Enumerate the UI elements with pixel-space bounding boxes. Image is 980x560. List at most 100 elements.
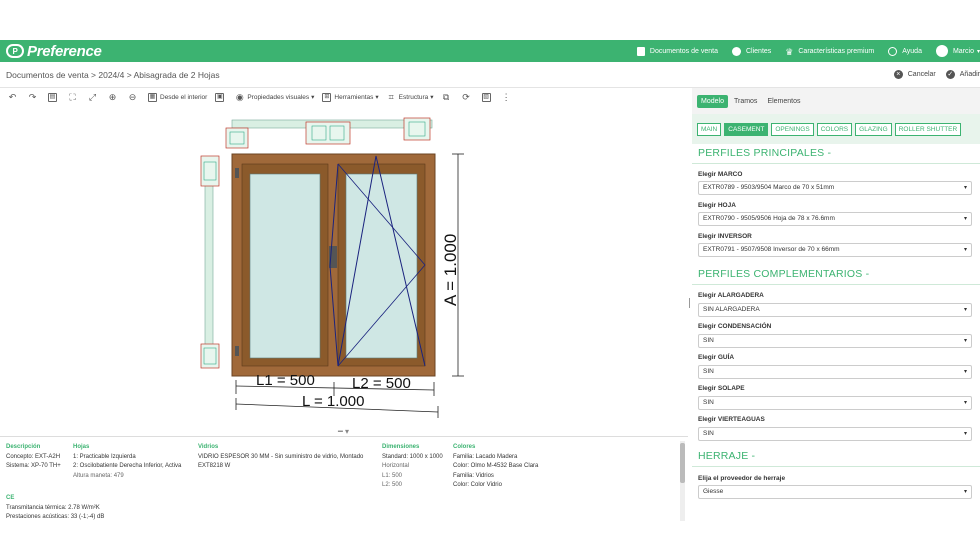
chevron-down-icon: ▾ — [430, 94, 434, 101]
tools-icon: ⊞ — [322, 92, 332, 102]
image-button[interactable]: ▧ — [481, 92, 494, 102]
help-icon — [888, 46, 898, 56]
cancel-button[interactable]: × Cancelar — [893, 70, 936, 79]
marco-select[interactable]: EXTR0789 - 9503/9504 Marco de 70 x 51mm ▾ — [698, 181, 972, 195]
subtab-glazing[interactable]: GLAZING — [855, 122, 892, 136]
section-hardware[interactable]: HERRAJE - — [698, 450, 755, 462]
resize-handle-icon[interactable]: ━ ▾ — [337, 427, 349, 436]
section-main-profiles[interactable]: PERFILES PRINCIPALES - — [698, 147, 831, 159]
guia-select[interactable]: SIN ▾ — [698, 365, 972, 379]
users-icon — [732, 46, 741, 56]
inversor-select[interactable]: EXTR0791 - 9507/9508 Inversor de 70 x 66… — [698, 243, 972, 257]
window-frame[interactable] — [231, 153, 436, 377]
fit-button[interactable]: ⛶ — [68, 91, 80, 102]
subtab-openings[interactable]: OPENINGS — [771, 122, 814, 136]
summary-scrollbar[interactable] — [680, 441, 685, 521]
zoom-in-icon: ⊕ — [108, 91, 117, 102]
sashes-column: Hojas 1: Practicable Izquierda 2: Oscilo… — [73, 443, 181, 481]
subtab-casement[interactable]: CASEMENT — [724, 122, 769, 136]
left-profile-section — [200, 155, 220, 369]
solape-label: Elegir SOLAPE — [698, 385, 745, 392]
glass-column: Vidrios VIDRIO ESPESOR 30 MM - Sin sumin… — [198, 443, 363, 472]
handle-height: Altura maneta: 479 — [73, 472, 124, 479]
nav-documentos[interactable]: Documentos de venta — [636, 46, 718, 56]
more-vertical-icon: ⋮ — [501, 91, 511, 102]
visual-props-button[interactable]: ◉ Propiedades visuales ▾ — [235, 92, 315, 102]
tab-tramos[interactable]: Tramos — [730, 95, 761, 108]
alargadera-select[interactable]: SIN ALARGADERA ▾ — [698, 303, 972, 317]
top-navbar: P Preference Documentos de venta Cliente… — [0, 40, 980, 62]
tab-modelo[interactable]: Modelo — [697, 94, 728, 108]
chevron-down-icon: ▾ — [311, 94, 315, 101]
tools-button[interactable]: ⊞ Herramientas ▾ — [322, 92, 379, 102]
subtab-roller-shutter[interactable]: ROLLER SHUTTER — [894, 122, 962, 136]
section-complementary-profiles[interactable]: PERFILES COMPLEMENTARIOS - — [698, 268, 869, 280]
chevron-down-icon: ▾ — [963, 431, 967, 437]
condensacion-select[interactable]: SIN ▾ — [698, 334, 972, 348]
section-divider — [692, 466, 980, 467]
expand-button[interactable]: ⤢ — [88, 91, 100, 102]
expand-icon: ⤢ — [88, 91, 97, 102]
solape-select[interactable]: SIN ▾ — [698, 396, 972, 410]
sash-2: 2: Oscilobatiente Derecha Inferior, Acti… — [73, 463, 182, 469]
vierteaguas-select[interactable]: SIN ▾ — [698, 427, 972, 441]
herraje-value: Giesse — [703, 488, 724, 495]
section-divider — [692, 163, 980, 164]
config-subtabs: MAIN CASEMENT OPENINGS COLORS GLAZING RO… — [692, 114, 980, 144]
nav-premium[interactable]: ♛ Características premium — [785, 47, 875, 57]
nav-links: Documentos de venta Clientes ♛ Caracterí… — [623, 45, 980, 57]
hoja-value: EXTR0790 - 9505/9506 Hoja de 78 x 76.6mm — [703, 215, 835, 222]
width-label: L = 1.000 — [302, 393, 364, 410]
more-button[interactable]: ⋮ — [501, 91, 514, 102]
undo-button[interactable]: ↶ — [8, 92, 20, 102]
scrollbar-thumb[interactable] — [680, 443, 685, 483]
chevron-down-icon: ▾ — [963, 216, 967, 222]
window-drawing[interactable]: A = 1.000 L1 = 500 L2 = 500 L = 1.000 ━ … — [0, 106, 688, 436]
logo-text: Preference — [27, 42, 102, 60]
hoja-select[interactable]: EXTR0790 - 9505/9506 Hoja de 78 x 76.6mm… — [698, 212, 972, 226]
layers-button[interactable]: ⧉ — [442, 92, 454, 102]
herraje-select[interactable]: Giesse ▾ — [698, 485, 972, 499]
tab-elementos[interactable]: Elementos — [763, 95, 804, 108]
breadcrumb[interactable]: Documentos de venta > 2024/4 > Abisagrad… — [6, 70, 220, 80]
ce-column: CE Transmitancia térmica: 2.78 W/m²K Pre… — [6, 494, 104, 523]
inversor-value: EXTR0791 - 9507/9508 Inversor de 70 x 66… — [703, 246, 840, 253]
nav-ayuda[interactable]: Ayuda — [888, 46, 922, 56]
nav-clientes[interactable]: Clientes — [732, 46, 772, 56]
add-button[interactable]: ✓ Añadir — [945, 70, 980, 79]
from-inside-button[interactable]: ▦ Desde el interior — [148, 92, 207, 102]
subtab-colors[interactable]: COLORS — [816, 122, 853, 136]
ce-heading: CE — [6, 495, 15, 501]
dim-orientation: Horizontal — [382, 463, 410, 469]
image-icon: ▧ — [481, 92, 491, 102]
nav-clientes-label: Clientes — [746, 47, 772, 55]
copy-view-button[interactable]: ▣ — [215, 92, 227, 102]
zoom-out-button[interactable]: ⊖ — [128, 92, 140, 102]
zoom-in-button[interactable]: ⊕ — [108, 91, 120, 102]
summary-panel: Descripción Concepto: EXT-A2H Sistema: X… — [0, 436, 688, 522]
section-divider — [692, 284, 980, 285]
glass-2: EXT8218 W — [198, 463, 231, 469]
structure-label: Estructura — [398, 93, 429, 101]
nav-user[interactable]: Marcio ▾ — [935, 45, 980, 57]
app-logo[interactable]: P Preference — [6, 43, 102, 60]
splitter-grip-icon — [689, 298, 690, 308]
redo-button[interactable]: ↷ — [28, 91, 40, 102]
grid-button[interactable]: ▤ — [48, 92, 60, 102]
chevron-down-icon: ▾ — [963, 369, 967, 375]
tools-label: Herramientas — [334, 93, 374, 101]
rotate-button[interactable]: ⟳ — [462, 92, 474, 102]
cancel-label: Cancelar — [907, 71, 936, 78]
top-margin — [0, 0, 980, 40]
fit-screen-icon: ⛶ — [69, 91, 76, 102]
vierteaguas-value: SIN — [703, 430, 714, 437]
view-inside-icon: ▦ — [148, 92, 157, 102]
nav-documentos-label: Documentos de venta — [649, 47, 718, 55]
hoja-label: Elegir HOJA — [698, 202, 736, 209]
nav-premium-label: Características premium — [798, 47, 875, 55]
redo-icon: ↷ — [28, 91, 37, 102]
drawing-canvas[interactable]: A = 1.000 L1 = 500 L2 = 500 L = 1.000 ━ … — [0, 106, 688, 436]
structure-button[interactable]: ⌗ Estructura ▾ — [387, 92, 434, 102]
subtab-main[interactable]: MAIN — [697, 122, 722, 136]
nav-ayuda-label: Ayuda — [902, 47, 922, 55]
